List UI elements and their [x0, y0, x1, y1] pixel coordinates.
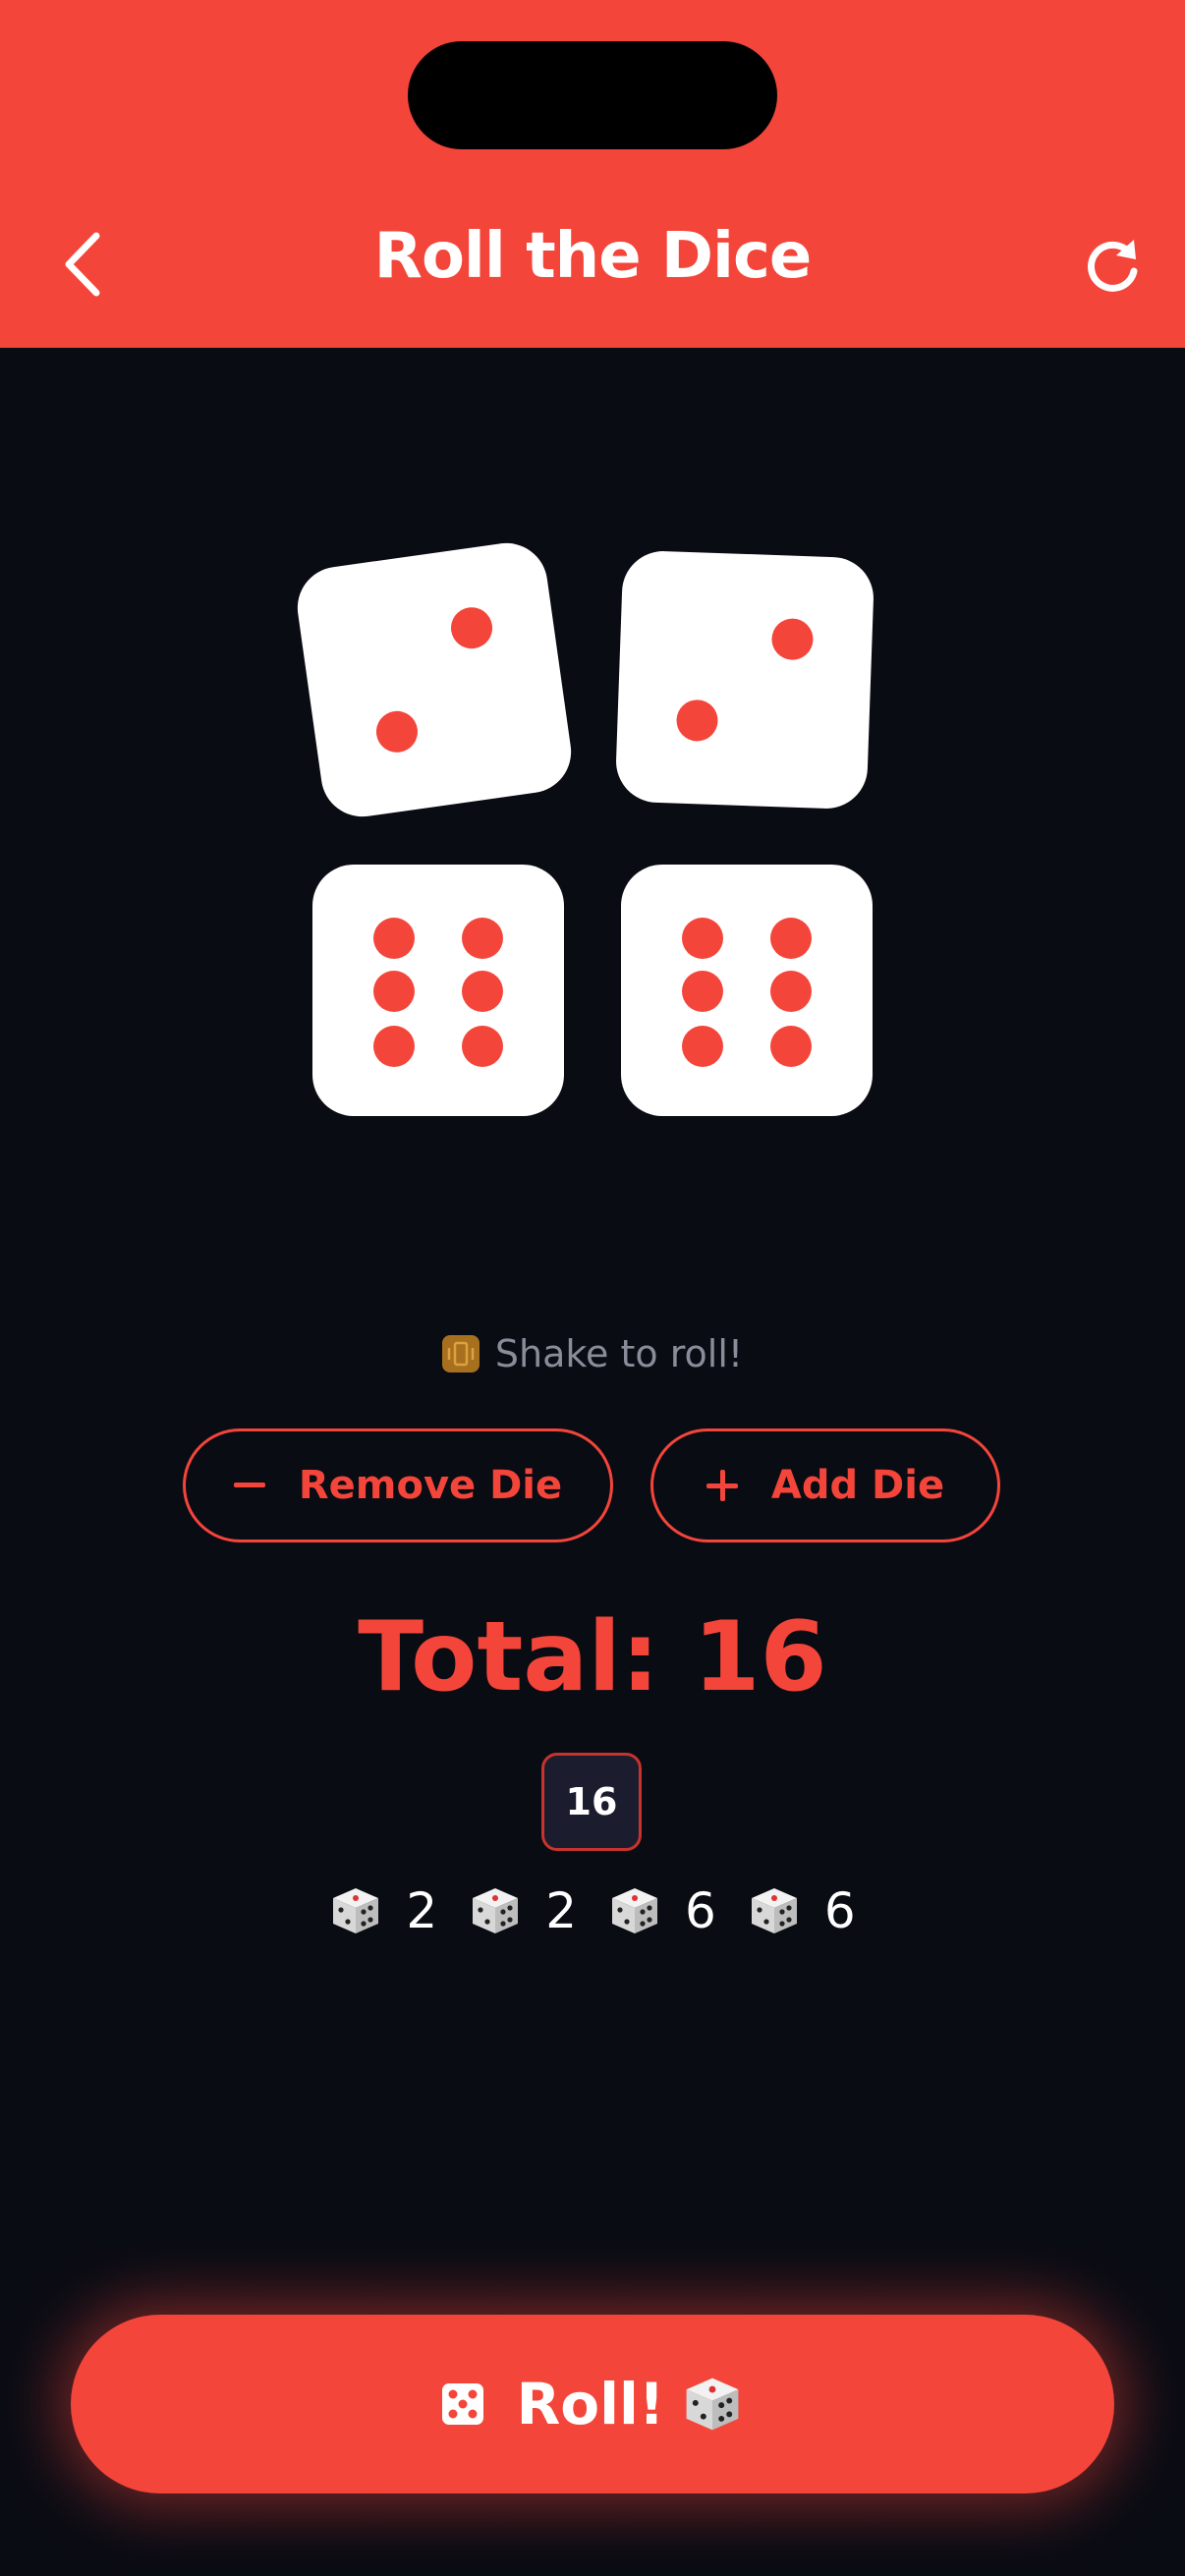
add-die-label: Add Die — [770, 1463, 945, 1508]
die-pip — [770, 971, 812, 1012]
die-pip — [373, 708, 421, 756]
die-emoji-icon — [333, 1888, 379, 1933]
total-score: Total: 16 — [358, 1601, 827, 1713]
die-pip — [462, 1026, 503, 1067]
breakdown-value: 6 — [823, 1882, 856, 1939]
die-1[interactable] — [292, 537, 577, 822]
die-3[interactable] — [312, 865, 564, 1116]
die-emoji-icon — [473, 1888, 519, 1933]
dice-breakdown: 2 2 6 6 — [0, 1876, 1185, 1945]
page-title: Roll the Dice — [373, 220, 813, 293]
die-pip — [462, 971, 503, 1012]
die-pip — [373, 918, 415, 959]
vibrating-phone-icon — [441, 1335, 480, 1372]
dice-five-icon — [441, 2383, 483, 2425]
add-die-button[interactable]: Add Die — [650, 1428, 1000, 1542]
remove-die-label: Remove Die — [298, 1463, 563, 1508]
refresh-icon — [1088, 240, 1138, 292]
dynamic-island — [408, 41, 777, 149]
app-header: Roll the Dice — [0, 0, 1185, 348]
roll-button[interactable]: Roll! — [71, 2315, 1114, 2493]
die-emoji-icon — [612, 1888, 657, 1933]
shake-hint: Shake to roll! — [0, 1332, 1185, 1375]
die-pip — [682, 918, 723, 959]
roll-label: Roll! — [516, 2371, 665, 2437]
shake-hint-text: Shake to roll! — [494, 1332, 744, 1375]
total-chip: 16 — [541, 1753, 642, 1851]
die-pip — [448, 604, 495, 651]
breakdown-item: 6 — [748, 1882, 856, 1939]
die-2[interactable] — [614, 549, 875, 811]
breakdown-value: 2 — [406, 1882, 438, 1939]
die-pip — [373, 1026, 415, 1067]
die-pip — [682, 1026, 723, 1067]
die-pip — [770, 918, 812, 959]
die-emoji-icon — [751, 1888, 797, 1933]
die-pip — [682, 971, 723, 1012]
breakdown-value: 2 — [545, 1882, 577, 1939]
breakdown-item: 2 — [469, 1882, 577, 1939]
die-pip — [675, 699, 719, 743]
die-pip — [770, 617, 815, 661]
die-pip — [373, 971, 415, 1012]
breakdown-item: 6 — [608, 1882, 716, 1939]
plus-icon — [705, 1470, 738, 1501]
die-emoji-icon — [686, 2378, 739, 2431]
remove-die-button[interactable]: Remove Die — [183, 1428, 613, 1542]
breakdown-item: 2 — [329, 1882, 437, 1939]
breakdown-value: 6 — [685, 1882, 716, 1939]
die-pip — [770, 1026, 812, 1067]
die-4[interactable] — [621, 865, 873, 1116]
minus-icon — [233, 1483, 265, 1487]
refresh-button[interactable] — [1081, 234, 1144, 297]
die-pip — [462, 918, 503, 959]
